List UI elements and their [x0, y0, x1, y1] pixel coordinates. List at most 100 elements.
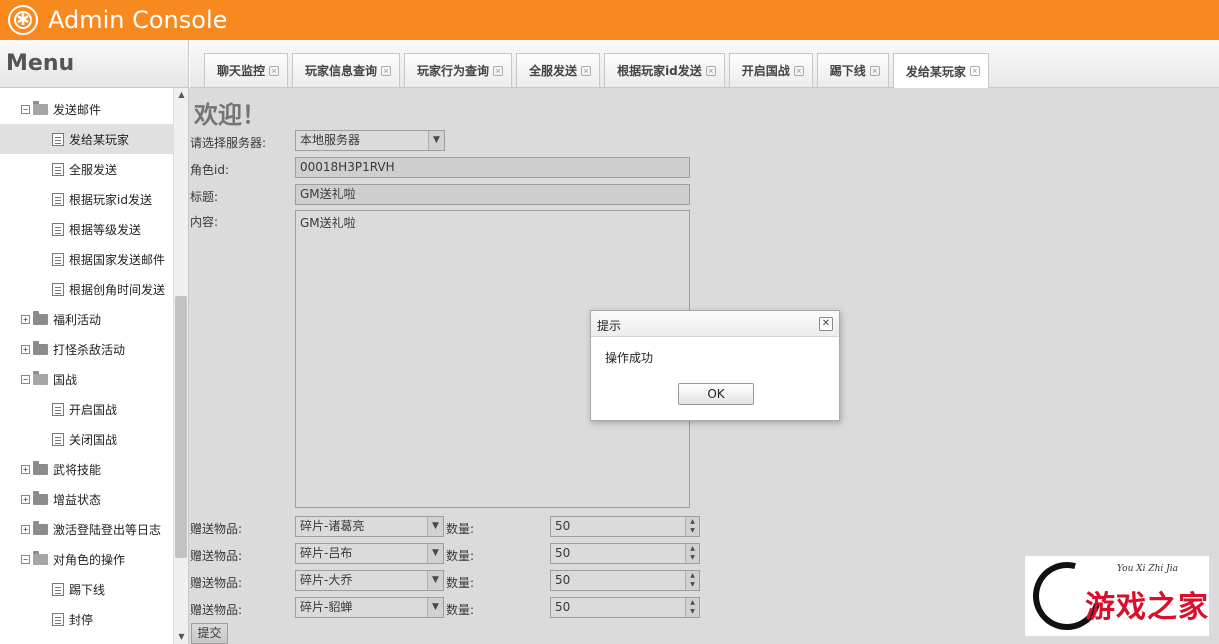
sidebar-item-label: 根据国家发送邮件 — [69, 252, 166, 267]
orange-logo-icon — [8, 5, 38, 35]
tab[interactable]: 开启国战 × — [728, 53, 813, 87]
expand-icon[interactable]: + — [21, 464, 30, 474]
tab[interactable]: 玩家行为查询 × — [404, 53, 513, 87]
folder-icon — [33, 340, 48, 355]
collapse-icon[interactable]: − — [21, 374, 30, 384]
scroll-down-arrow-icon[interactable]: ▼ — [174, 630, 189, 644]
tab-label: 发给某玩家 — [905, 64, 966, 79]
watermark-logo: You Xi Zhi Jia 游戏之家 — [1020, 549, 1209, 643]
sidebar-item-label: 武将技能 — [53, 462, 102, 477]
tab[interactable]: 聊天监控 × — [204, 53, 289, 87]
sidebar-item[interactable]: + 武将技能 — [0, 454, 173, 484]
document-icon — [52, 402, 64, 416]
sidebar-item[interactable]: + 增益状态 — [0, 484, 173, 514]
alert-dialog: 提示 ✕ 操作成功 OK — [590, 310, 840, 421]
close-tab-icon[interactable]: × — [269, 65, 280, 76]
document-icon — [52, 582, 64, 596]
close-tab-icon[interactable]: × — [493, 65, 504, 76]
folder-open-icon — [33, 550, 48, 565]
sidebar-item-label: 踢下线 — [69, 582, 106, 597]
document-icon — [52, 222, 64, 236]
sidebar-item-label: 增益状态 — [53, 492, 102, 507]
sidebar-item[interactable]: + 激活登陆登出等日志 — [0, 514, 173, 544]
sidebar-item[interactable]: 开启国战 — [0, 394, 173, 424]
sidebar-item[interactable]: 关闭国战 — [0, 424, 173, 454]
document-icon — [52, 132, 64, 146]
sidebar-item[interactable]: + 打怪杀敌活动 — [0, 334, 173, 364]
sidebar-item-label: 开启国战 — [69, 402, 118, 417]
watermark-text: 游戏之家 — [1085, 590, 1209, 625]
sidebar-item[interactable]: 发给某玩家 — [0, 124, 173, 154]
close-tab-icon[interactable]: × — [705, 65, 716, 76]
tab-label: 玩家行为查询 — [417, 64, 490, 78]
scroll-up-arrow-icon[interactable]: ▲ — [174, 88, 189, 102]
sidebar-item[interactable]: 封停 — [0, 604, 173, 634]
tab-bar: 聊天监控 × 玩家信息查询 × 玩家行为查询 × 全服发送 × 根据玩家id发送 × 开启国战 × 踢下… — [190, 40, 1219, 88]
watermark-small-text: You Xi Zhi Jia — [1117, 564, 1179, 574]
sidebar-item-label: 根据创角时间发送 — [69, 282, 166, 297]
sidebar-item[interactable]: 根据玩家id发送 — [0, 184, 173, 214]
document-icon — [52, 432, 64, 446]
close-tab-icon[interactable]: × — [869, 65, 880, 76]
tabs: 聊天监控 × 玩家信息查询 × 玩家行为查询 × 全服发送 × 根据玩家id发送 × 开启国战 × 踢下… — [204, 53, 993, 88]
scroll-thumb[interactable] — [175, 296, 187, 558]
sidebar-item-label: 激活登陆登出等日志 — [53, 522, 162, 537]
sidebar-item-label: 全服发送 — [69, 162, 118, 177]
sidebar-scrollbar[interactable]: ▲ ▼ — [173, 88, 188, 644]
tab[interactable]: 发给某玩家 × — [892, 53, 989, 88]
sidebar-item[interactable]: 根据创角时间发送 — [0, 274, 173, 304]
dialog-title: 提示 — [597, 319, 622, 333]
tab[interactable]: 玩家信息查询 × — [292, 53, 401, 87]
sidebar-item[interactable]: 踢下线 — [0, 574, 173, 604]
folder-open-icon — [33, 370, 48, 385]
close-tab-icon[interactable]: × — [793, 65, 804, 76]
close-tab-icon[interactable]: × — [581, 65, 592, 76]
close-icon[interactable]: ✕ — [819, 317, 833, 331]
tab-label: 根据玩家id发送 — [617, 64, 702, 78]
folder-icon — [33, 490, 48, 505]
dialog-header: 提示 ✕ — [591, 311, 839, 337]
sidebar-item[interactable]: 全服发送 — [0, 154, 173, 184]
expand-icon[interactable]: + — [21, 524, 30, 534]
expand-icon[interactable]: + — [21, 494, 30, 504]
tab-label: 聊天监控 — [217, 64, 266, 78]
sidebar-item-label: 关闭国战 — [69, 432, 118, 447]
tab-label: 全服发送 — [529, 64, 578, 78]
expand-icon[interactable]: + — [21, 314, 30, 324]
document-icon — [52, 192, 64, 206]
tab[interactable]: 踢下线 × — [816, 53, 889, 87]
sidebar-item[interactable]: − 对角色的操作 — [0, 544, 173, 574]
sidebar-item-label: 国战 — [53, 372, 78, 387]
collapse-icon[interactable]: − — [21, 104, 30, 114]
close-tab-icon[interactable]: × — [381, 65, 392, 76]
menu-tree: − 发送邮件发给某玩家全服发送根据玩家id发送根据等级发送根据国家发送邮件 根据创角… — [0, 94, 173, 644]
collapse-icon[interactable]: − — [21, 554, 30, 564]
sidebar-item-label: 福利活动 — [53, 312, 102, 327]
folder-icon — [33, 460, 48, 475]
tab[interactable]: 根据玩家id发送 × — [604, 53, 725, 87]
sidebar-item[interactable]: + 福利活动 — [0, 304, 173, 334]
sidebar-item-label: 对角色的操作 — [53, 552, 126, 567]
sidebar: Menu − 发送邮件发给某玩家全服发送根据玩家id发送根据等级发送根据国家发送邮… — [0, 40, 189, 644]
folder-open-icon — [33, 100, 48, 115]
folder-icon — [33, 520, 48, 535]
sidebar-item-label: 封停 — [69, 612, 94, 627]
sidebar-item-label: 根据等级发送 — [69, 222, 142, 237]
tab[interactable]: 全服发送 × — [516, 53, 601, 87]
ok-button[interactable]: OK — [678, 383, 754, 405]
document-icon — [52, 162, 64, 176]
menu-title: Menu — [0, 40, 188, 88]
close-tab-icon[interactable]: × — [969, 66, 980, 76]
sidebar-item[interactable]: − 发送邮件 — [0, 94, 173, 124]
document-icon — [52, 282, 64, 296]
app-header: Admin Console — [0, 0, 1219, 40]
sidebar-item[interactable]: 根据国家发送邮件 — [0, 244, 173, 274]
sidebar-item-label: 发给某玩家 — [69, 132, 130, 147]
tab-label: 玩家信息查询 — [305, 64, 378, 78]
sidebar-item[interactable]: 根据等级发送 — [0, 214, 173, 244]
sidebar-item[interactable]: − 国战 — [0, 364, 173, 394]
tab-label: 踢下线 — [829, 64, 866, 78]
folder-icon — [33, 310, 48, 325]
sidebar-item-label: 打怪杀敌活动 — [53, 342, 126, 357]
expand-icon[interactable]: + — [21, 344, 30, 354]
